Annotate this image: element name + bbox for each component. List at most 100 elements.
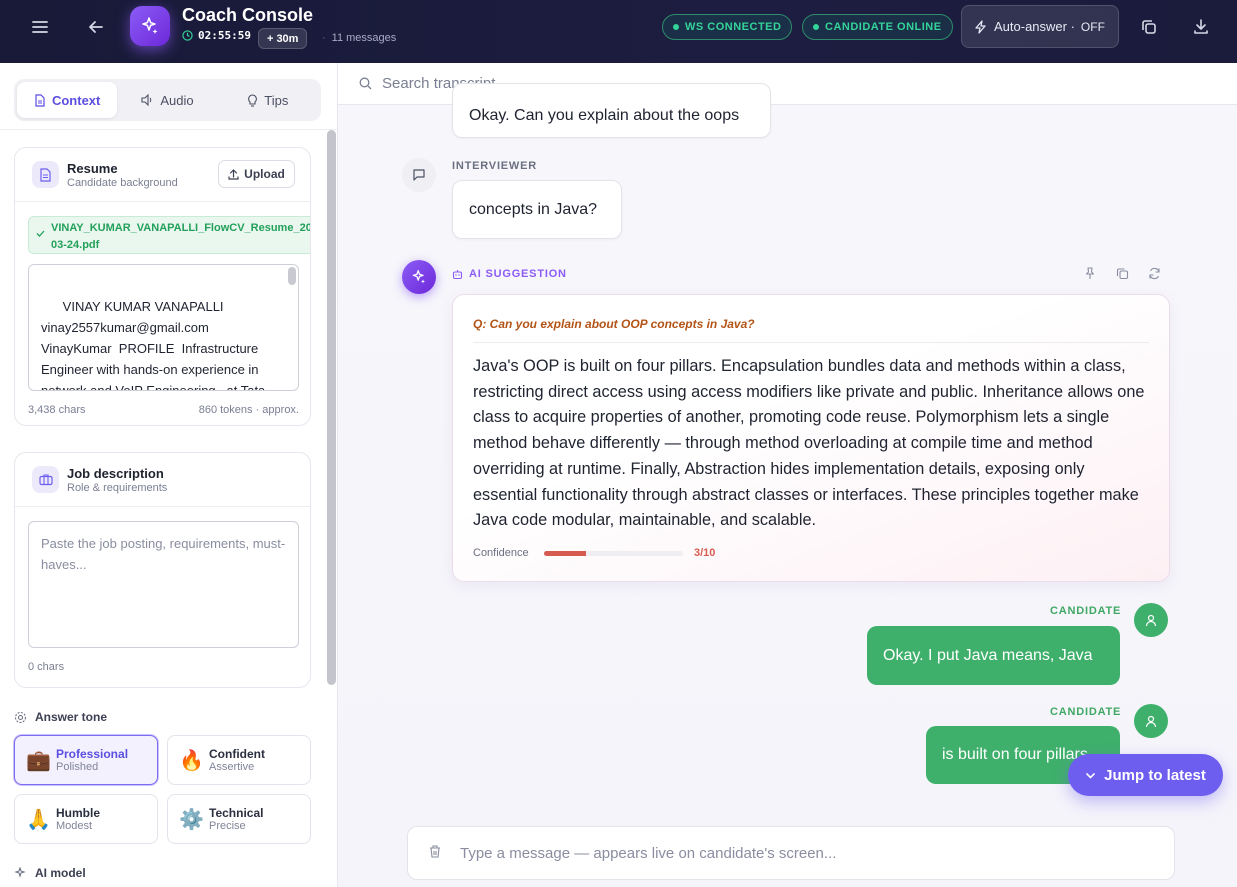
ai-suggestion-card: Q: Can you explain about OOP concepts in… [452,294,1170,582]
praying-hands-icon: 🙏 [26,808,51,831]
auto-answer-state: OFF [1080,19,1105,34]
file-name-line-2: 03-24.pdf [51,239,100,251]
user-icon [1145,614,1157,626]
sparkles-icon [142,17,158,34]
tone-sub: Assertive [209,761,255,773]
job-description-input[interactable]: Paste the job posting, requirements, mus… [28,521,299,648]
chat-icon [413,169,425,181]
copy-icon[interactable] [1116,267,1130,281]
tone-name: Humble [56,806,101,820]
top-bar: Coach Console 02:55:59 + 30m 11 messages… [0,0,1237,63]
gear-icon [14,711,27,723]
upload-button[interactable]: Upload [218,160,295,188]
timer-value: 02:55:59 [198,29,251,42]
divider [0,129,337,130]
candidate-avatar [1134,704,1168,738]
ai-avatar [402,260,436,294]
tone-technical[interactable]: ⚙️ Technical Precise [167,794,311,844]
gear-icon: ⚙️ [179,808,204,831]
pin-icon[interactable] [1084,267,1098,281]
job-stats: 0 chars [28,661,299,673]
candidate-label: CANDIDATE [1050,706,1122,718]
job-placeholder: Paste the job posting, requirements, mus… [41,536,286,572]
tone-humble[interactable]: 🙏 Humble Modest [14,794,158,844]
tone-sub: Precise [209,820,246,832]
resume-chars: 3,438 chars [28,404,86,416]
tab-audio[interactable]: Audio [117,82,217,118]
candidate-status-label: CANDIDATE ONLINE [825,21,942,33]
lightning-icon [975,19,986,34]
tone-professional[interactable]: 💼 Professional Polished [14,735,158,785]
speaker-icon [141,94,152,106]
search-icon [359,77,372,90]
job-title: Job description [67,466,164,481]
resume-card: Resume Candidate background Upload VINAY… [14,147,311,426]
job-header: Job description Role & requirements [15,453,310,507]
robot-icon [452,269,463,279]
fire-icon: 🔥 [179,749,204,772]
answer-tone-label: Answer tone [14,710,107,724]
candidate-avatar [1134,603,1168,637]
back-arrow-icon[interactable] [80,11,112,43]
tone-name: Professional [56,747,129,761]
tone-confident[interactable]: 🔥 Confident Assertive [167,735,311,785]
interviewer-bubble: concepts in Java? [452,180,622,239]
tab-context[interactable]: Context [17,82,118,118]
interviewer-label: INTERVIEWER [452,160,537,172]
refresh-icon[interactable] [1148,267,1162,281]
job-subtitle: Role & requirements [67,482,168,494]
candidate-status-badge: CANDIDATE ONLINE [802,14,953,40]
composer-placeholder: Type a message — appears live on candida… [460,844,837,862]
auto-answer-toggle[interactable]: Auto-answer · OFF [961,5,1119,48]
ai-suggestion-label: AI SUGGESTION [452,268,567,280]
ai-answer: Java's OOP is built on four pillars. Enc… [473,357,1145,530]
message-text: Okay. I put Java means, Java [883,646,1093,664]
confidence-bar [544,551,683,556]
job-chars: 0 chars [28,661,65,673]
extend-time-button[interactable]: + 30m [258,28,308,49]
confidence-label: Confidence [473,547,529,559]
ws-status-label: WS CONNECTED [685,21,782,33]
jump-to-latest-button[interactable]: Jump to latest [1068,754,1223,796]
confidence-score: 3/10 [694,547,716,559]
briefcase-icon: 💼 [26,749,51,772]
resume-text: VINAY KUMAR VANAPALLI vinay2557kumar@gma… [41,299,266,391]
ws-status-badge: WS CONNECTED [662,14,793,40]
candidate-bubble: Okay. I put Java means, Java [867,626,1120,685]
app-logo [130,6,170,46]
tab-label: Context [51,92,101,108]
message-text: is built on four pillars [942,746,1088,763]
divider [473,342,1149,343]
trash-icon[interactable] [428,844,442,859]
candidate-label: CANDIDATE [1050,605,1122,617]
tab-tips[interactable]: Tips [218,82,318,118]
plus-icon: + [267,32,274,45]
message-text: Okay. Can you explain about the oops [469,106,740,124]
panel-tabs: Context Audio Tips [14,79,321,121]
lightbulb-icon [248,93,258,107]
ai-label-text: AI SUGGESTION [469,268,567,280]
confidence-fill [544,551,586,556]
resume-stats: 3,438 chars 860 tokens · approx. [28,404,299,416]
status-dot [813,24,819,30]
resume-icon [32,161,59,188]
copy-icon[interactable] [1133,11,1165,43]
auto-answer-label: Auto-answer · [994,19,1075,34]
download-icon[interactable] [1185,11,1217,43]
session-timer: 02:55:59 [182,29,251,42]
sparkles-icon [412,269,425,284]
panel-scrollbar[interactable] [327,130,336,685]
resume-scrollbar[interactable] [288,267,296,285]
message-text: concepts in Java? [469,200,598,218]
menu-icon[interactable] [24,11,56,43]
message-composer[interactable]: Type a message — appears live on candida… [407,826,1175,880]
context-panel: Context Audio Tips Resume Candidate back… [0,63,338,887]
answer-tone-text: Answer tone [35,710,108,724]
interviewer-avatar [402,158,436,192]
tone-name: Technical [209,806,264,820]
sparkles-icon [14,866,26,878]
resume-textarea[interactable]: VINAY KUMAR VANAPALLI vinay2557kumar@gma… [28,264,299,391]
tone-name: Confident [209,747,265,761]
job-description-card: Job description Role & requirements Past… [14,452,311,688]
briefcase-icon [32,466,59,493]
